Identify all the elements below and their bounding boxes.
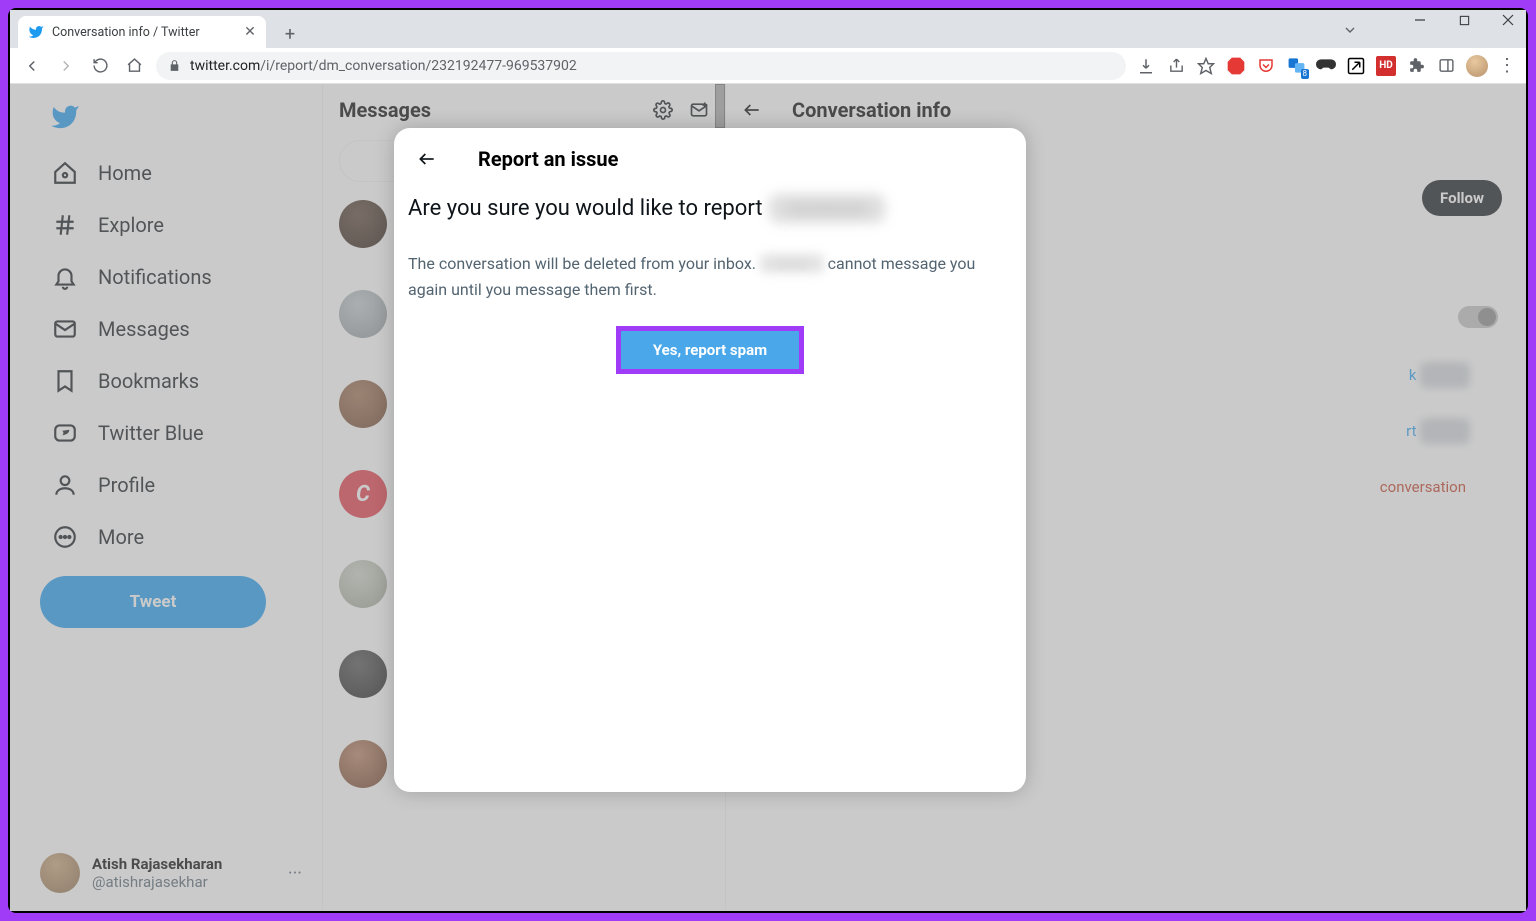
tab-list-chevron-icon[interactable] xyxy=(1342,22,1358,38)
home-button[interactable] xyxy=(120,52,148,80)
extension-adblock-icon[interactable] xyxy=(1226,56,1246,76)
minimize-button[interactable] xyxy=(1408,14,1432,26)
window-controls xyxy=(1408,14,1520,26)
extension-arrow-icon[interactable] xyxy=(1346,56,1366,76)
sidepanel-icon[interactable] xyxy=(1436,56,1456,76)
extension-gamepad-icon[interactable] xyxy=(1316,56,1336,76)
yes-report-spam-button[interactable]: Yes, report spam xyxy=(616,326,804,374)
extension-pocket-icon[interactable] xyxy=(1256,56,1276,76)
chrome-menu-icon[interactable]: ⋮ xyxy=(1498,55,1516,76)
browser-tab-bar: Conversation info / Twitter ✕ + xyxy=(10,10,1526,48)
modal-description: The conversation will be deleted from yo… xyxy=(408,251,1012,304)
url-host: twitter.com xyxy=(190,58,260,74)
modal-question: Are you sure you would like to report xx… xyxy=(408,194,1012,223)
twitter-favicon-icon xyxy=(28,24,44,40)
nav-back-button[interactable] xyxy=(18,52,46,80)
profile-avatar-icon[interactable] xyxy=(1466,55,1488,77)
nav-forward-button xyxy=(52,52,80,80)
lock-icon xyxy=(168,59,182,72)
download-icon[interactable] xyxy=(1136,56,1156,76)
close-window-button[interactable] xyxy=(1496,14,1520,26)
browser-address-bar: twitter.com/i/report/dm_conversation/232… xyxy=(10,48,1526,84)
url-path: /i/report/dm_conversation/232192477-9695… xyxy=(260,58,577,74)
new-tab-button[interactable]: + xyxy=(276,20,304,48)
report-modal: Report an issue Are you sure you would l… xyxy=(394,128,1026,792)
star-icon[interactable] xyxy=(1196,56,1216,76)
modal-title: Report an issue xyxy=(478,147,618,171)
share-icon[interactable] xyxy=(1166,56,1186,76)
reload-button[interactable] xyxy=(86,52,114,80)
extensions-menu-icon[interactable] xyxy=(1406,56,1426,76)
redacted-username: xxxxxxx xyxy=(769,194,885,223)
maximize-button[interactable] xyxy=(1452,15,1476,26)
extension-translate-icon[interactable]: 8 xyxy=(1286,56,1306,76)
modal-back-button[interactable] xyxy=(410,142,444,176)
tab-title: Conversation info / Twitter xyxy=(52,25,236,40)
browser-tab[interactable]: Conversation info / Twitter ✕ xyxy=(18,16,266,48)
extension-hd-icon[interactable]: HD xyxy=(1376,56,1396,76)
redacted-username: xxxx xyxy=(760,254,824,273)
url-input[interactable]: twitter.com/i/report/dm_conversation/232… xyxy=(156,52,1126,80)
close-tab-icon[interactable]: ✕ xyxy=(244,26,256,38)
